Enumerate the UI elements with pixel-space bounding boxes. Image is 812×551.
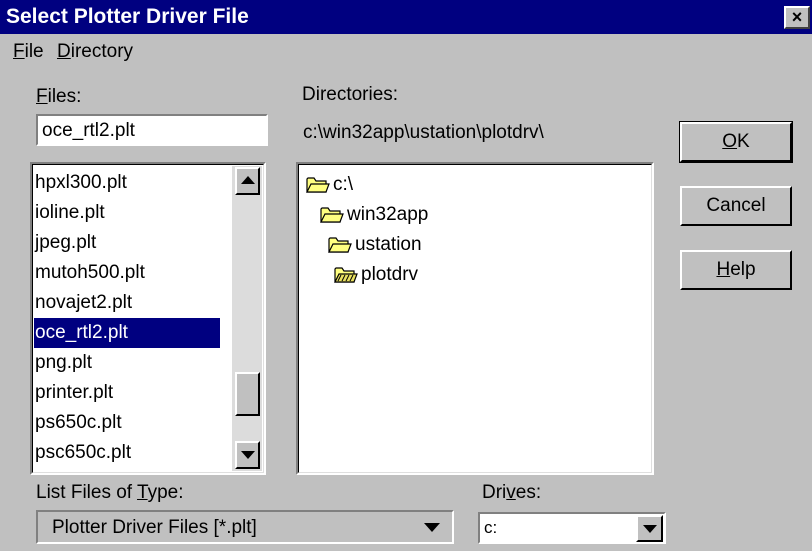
file-list-item[interactable]: ps650c.plt — [34, 408, 220, 438]
directory-item[interactable]: win32app — [320, 200, 428, 230]
directory-item[interactable]: ustation — [328, 230, 422, 260]
file-type-label-pre: List Files of — [36, 482, 138, 503]
open-folder-icon — [306, 177, 330, 193]
open-folder-icon — [328, 237, 352, 253]
menu-file-label: ile — [24, 41, 44, 62]
window-title: Select Plotter Driver File — [6, 5, 249, 28]
file-list-item[interactable]: mutoh500.plt — [34, 258, 220, 288]
drives-value: c: — [484, 518, 498, 537]
menu-directory[interactable]: Directory — [57, 41, 133, 63]
file-list-item[interactable]: oce_rtl2.plt — [34, 318, 220, 348]
drives-dropdown-button[interactable] — [636, 515, 663, 542]
menu-directory-accel: D — [57, 41, 71, 62]
cancel-button[interactable]: Cancel — [680, 186, 792, 226]
file-list-item[interactable]: ioline.plt — [34, 198, 220, 228]
directory-item[interactable]: plotdrv — [334, 260, 418, 290]
directory-item[interactable]: c:\ — [306, 170, 353, 200]
ok-button[interactable]: OK — [679, 121, 793, 163]
help-label: elp — [730, 259, 756, 280]
help-button[interactable]: Help — [680, 250, 792, 290]
close-button[interactable]: × — [784, 6, 810, 29]
ok-accel: O — [722, 131, 738, 152]
scroll-down-button[interactable] — [235, 441, 260, 469]
files-label-text: iles: — [47, 86, 82, 107]
file-list-item[interactable]: novajet2.plt — [34, 288, 220, 318]
files-label: Files: — [36, 86, 81, 108]
file-list-item[interactable]: printer.plt — [34, 378, 220, 408]
directories-list[interactable]: c:\ win32app ustation plotdrv — [296, 162, 654, 475]
open-folder-icon — [320, 207, 344, 223]
ok-label: K — [737, 131, 750, 152]
chevron-down-icon — [643, 525, 657, 533]
file-list-item[interactable]: hpxl300.plt — [34, 168, 220, 198]
file-list-item[interactable]: psc650c.plt — [34, 438, 220, 468]
directory-item-label: win32app — [347, 204, 429, 225]
menu-directory-label: irectory — [70, 41, 134, 62]
file-type-select[interactable]: Plotter Driver Files [*.plt] — [36, 510, 454, 544]
menu-bar: File Directory — [0, 34, 812, 66]
file-type-label: List Files of Type: — [36, 482, 184, 504]
file-list-item[interactable]: png.plt — [34, 348, 220, 378]
directory-item-label: plotdrv — [361, 264, 419, 285]
current-folder-icon — [334, 267, 358, 283]
drives-label-accel: v — [506, 482, 516, 503]
title-bar: Select Plotter Driver File × — [0, 0, 812, 34]
drives-label-post: es: — [515, 482, 542, 503]
file-name-value: oce_rtl2.plt — [42, 120, 135, 141]
arrow-down-icon — [241, 451, 255, 459]
file-type-value: Plotter Driver Files [*.plt] — [52, 517, 257, 538]
drives-select[interactable]: c: — [478, 512, 666, 544]
drives-label-pre: Dri — [482, 482, 507, 503]
menu-file-accel: F — [13, 41, 25, 62]
help-accel: H — [716, 259, 731, 280]
directories-label: Directories: — [302, 84, 399, 105]
menu-file[interactable]: File — [13, 41, 44, 63]
files-label-accel: F — [36, 86, 48, 107]
drives-label: Drives: — [482, 482, 541, 504]
directory-item-label: c:\ — [333, 174, 354, 195]
files-scrollbar[interactable] — [232, 166, 262, 471]
directory-item-label: ustation — [355, 234, 422, 255]
file-type-label-accel: T — [137, 482, 148, 503]
file-list-item[interactable]: jpeg.plt — [34, 228, 220, 258]
file-name-input[interactable]: oce_rtl2.plt — [36, 114, 268, 146]
dropdown-arrow-icon[interactable] — [424, 523, 440, 532]
file-type-label-post: ype: — [147, 482, 184, 503]
scroll-thumb[interactable] — [235, 372, 260, 416]
files-list[interactable]: hpxl300.plt ioline.plt jpeg.plt mutoh500.pl… — [30, 162, 266, 475]
scroll-up-button[interactable] — [235, 167, 260, 195]
current-path: c:\win32app\ustation\plotdrv\ — [303, 122, 544, 143]
arrow-up-icon — [241, 176, 255, 184]
